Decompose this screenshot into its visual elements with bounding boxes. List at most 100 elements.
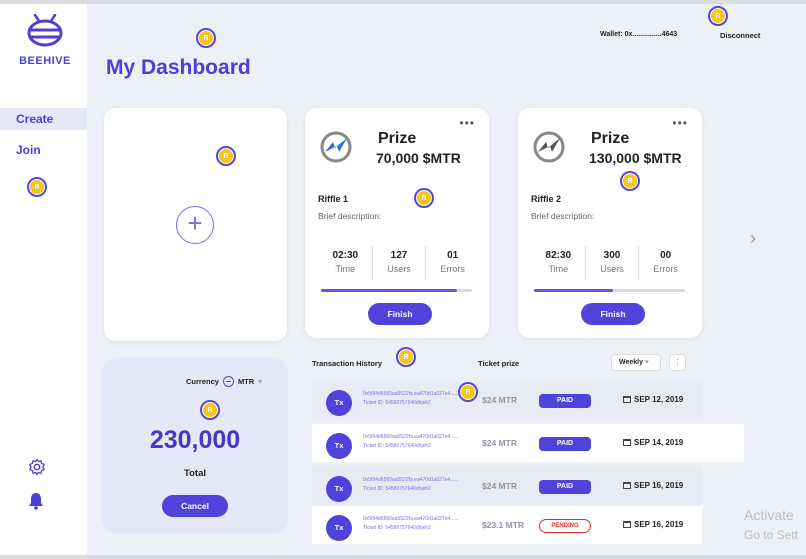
total-value: 230,000: [149, 426, 241, 454]
status-badge: PAID: [539, 480, 591, 494]
sidebar-item-join[interactable]: Join: [0, 139, 87, 161]
stat-value: 82:30: [545, 250, 572, 261]
table-row[interactable]: Tx 0x5f94d6560aa5522fa.ea470d1a027e4....…: [312, 424, 744, 462]
period-value: Weekly: [619, 359, 643, 366]
tx-hash: 0x5f94d6560aa5522fa.ea470d1a027e4......: [363, 516, 459, 522]
page-title: My Dashboard: [106, 56, 251, 79]
tx-date: SEP 12, 2019: [623, 395, 683, 404]
disconnect-button[interactable]: Disconnect: [720, 31, 760, 40]
caret-down-icon: ▾: [258, 377, 262, 386]
stat-label: Errors: [653, 264, 678, 274]
progress-bar: [321, 289, 472, 292]
status-badge: PENDING: [539, 519, 591, 533]
chevron-down-icon: ▾: [644, 359, 649, 366]
currency-selector[interactable]: Currency MTR ▾: [186, 376, 262, 387]
more-options-button[interactable]: ⋮: [669, 354, 686, 371]
table-row[interactable]: Tx 0x5f94d6560aa5522fa.ea470d1a027e4....…: [312, 506, 702, 544]
progress-fill: [321, 289, 457, 292]
ticket-prize-header: Ticket prize: [478, 359, 520, 368]
cancel-button[interactable]: Cancel: [162, 495, 228, 517]
coin-marker-icon: R: [196, 28, 216, 48]
more-options-icon[interactable]: •••: [459, 116, 475, 130]
riffle-name: Riffle 2: [531, 194, 562, 204]
coin-marker-icon: R: [414, 188, 434, 208]
tx-ticket-id: Ticket ID: 54580757640dhjeh2: [363, 486, 431, 492]
bee-logo-icon: [27, 13, 63, 47]
table-row[interactable]: Tx 0x5f94d6560aa5522fa.ea470d1a027e4....…: [312, 381, 702, 419]
calendar-icon: [623, 439, 631, 446]
stat-label: Users: [600, 264, 624, 274]
coin-marker-icon: R: [708, 6, 728, 26]
stat-label: Users: [387, 264, 411, 274]
stat-time: 82:30 Time: [532, 246, 586, 280]
gear-icon[interactable]: [28, 458, 46, 476]
coin-marker-icon: R: [27, 177, 47, 197]
currency-value: MTR: [237, 377, 255, 386]
transaction-history-title: Transaction History: [312, 359, 383, 368]
tx-badge: Tx: [326, 515, 352, 541]
prize-label: Prize: [591, 130, 630, 147]
stat-value: 300: [603, 250, 621, 261]
riffle-name: Riffle 1: [318, 194, 349, 204]
prize-amount: 70,000 $MTR: [376, 150, 461, 166]
total-label: Total: [184, 468, 206, 479]
coin-marker-icon: R: [200, 400, 220, 420]
tx-ticket-id: Ticket ID: 54580757640dhjeh2: [363, 443, 431, 449]
currency-card: Currency MTR ▾ R 230,000 Total Cancel: [102, 358, 288, 534]
tx-date: SEP 16, 2019: [623, 481, 683, 490]
tx-date-text: SEP 16, 2019: [634, 520, 684, 529]
coin-marker-icon: R: [396, 347, 416, 367]
period-dropdown[interactable]: Weekly ▾: [611, 354, 661, 371]
riffle-description: Brief description:: [318, 211, 382, 221]
tx-hash: 0x5f94d6560aa5522fa.ea470d1a027e4......: [363, 434, 459, 440]
stat-label: Errors: [440, 264, 465, 274]
riffle-stats: 02:30 Time 127 Users 01 Errors: [319, 246, 479, 280]
tx-badge: Tx: [326, 476, 352, 502]
meter-logo-icon: [533, 131, 565, 163]
tx-ticket-id: Ticket ID: 54580757640dhjeh2: [363, 400, 431, 406]
status-badge: PAID: [539, 437, 591, 451]
progress-fill: [534, 289, 613, 292]
stat-value: 00: [660, 250, 672, 261]
stat-label: Time: [335, 264, 356, 274]
activation-watermark-subtext: Go to Sett: [744, 528, 799, 542]
prize-label: Prize: [378, 130, 417, 147]
coin-marker-icon: R: [216, 146, 236, 166]
stat-value: 01: [447, 250, 459, 261]
prize-card: Prize 130,000 $MTR ••• Riffle 2 Brief de…: [518, 108, 702, 338]
tx-date: SEP 14, 2019: [623, 438, 683, 447]
currency-label: Currency: [186, 377, 219, 386]
stat-users: 300 Users: [586, 246, 640, 280]
tx-amount: $23.1 MTR: [482, 520, 525, 530]
tx-ticket-id: Ticket ID: 54580757640dhjeh2: [363, 525, 431, 531]
logo-text: BEEHIVE: [19, 55, 71, 67]
activation-watermark: Activate: [744, 507, 794, 523]
stat-time: 02:30 Time: [319, 246, 373, 280]
app-window: BEEHIVE Create Join R R My Dashboard R W…: [0, 4, 806, 555]
calendar-icon: [623, 396, 631, 403]
bell-icon[interactable]: [28, 492, 44, 510]
stat-errors: 01 Errors: [426, 246, 479, 280]
finish-button[interactable]: Finish: [368, 303, 432, 325]
table-row[interactable]: Tx 0x5f94d6560aa5522fa.ea470d1a027e4....…: [312, 467, 702, 505]
create-riffle-card[interactable]: +: [104, 108, 287, 341]
add-icon[interactable]: +: [176, 206, 214, 244]
tx-amount: $24 MTR: [482, 481, 517, 491]
sidebar-item-create[interactable]: Create: [0, 108, 87, 130]
finish-button[interactable]: Finish: [581, 303, 645, 325]
progress-bar: [534, 289, 685, 292]
coin-marker-icon: R: [458, 382, 478, 402]
calendar-icon: [623, 521, 631, 528]
calendar-icon: [623, 482, 631, 489]
tx-date: SEP 16, 2019: [623, 520, 683, 529]
tx-date-text: SEP 14, 2019: [634, 438, 684, 447]
meter-logo-icon: [320, 131, 352, 163]
stat-label: Time: [548, 264, 569, 274]
tx-badge: Tx: [326, 390, 352, 416]
tx-hash: 0x5f94d6560aa5522fa.ea470d1a027e4......: [363, 477, 459, 483]
tx-date-text: SEP 16, 2019: [634, 481, 684, 490]
chevron-right-icon[interactable]: ›: [750, 228, 756, 249]
more-options-icon[interactable]: •••: [672, 116, 688, 130]
logo: BEEHIVE: [14, 13, 76, 67]
stat-value: 127: [390, 250, 408, 261]
